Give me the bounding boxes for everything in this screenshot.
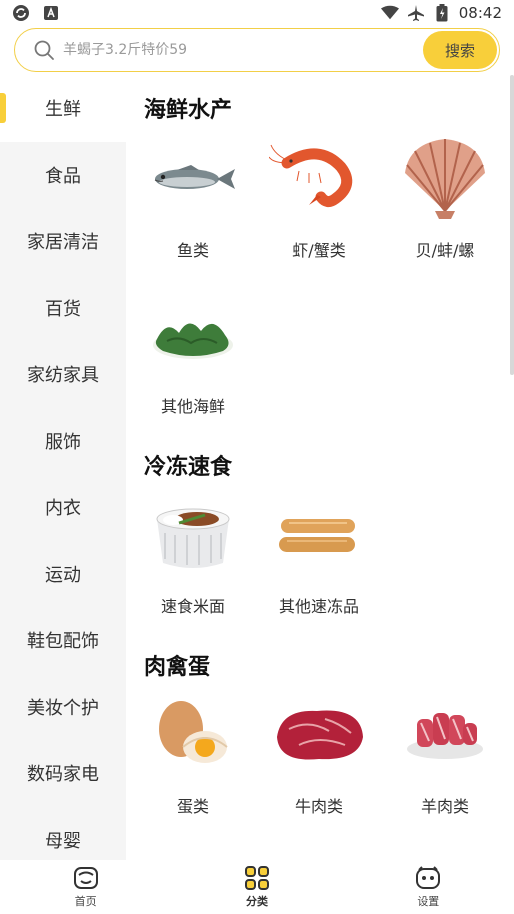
category-content[interactable]: 海鲜水产 鱼类 虾/蟹类 贝/蚌/螺 其他海鲜 冷冻速食 速食米面 其他速冻品 …	[126, 75, 514, 860]
sidebar-item-label: 生鲜	[45, 99, 81, 121]
sidebar-item-clothing[interactable]: 服饰	[0, 407, 126, 474]
product-label: 蛋类	[176, 797, 209, 816]
section-title: 肉禽蛋	[144, 655, 211, 680]
product-label: 羊肉类	[420, 797, 469, 816]
product-other-frozen[interactable]: 其他速冻品	[256, 489, 382, 617]
search-input[interactable]	[63, 42, 423, 58]
nav-settings[interactable]: 设置	[368, 865, 488, 909]
settings-icon	[416, 866, 441, 889]
sidebar-item-label: 母婴	[45, 830, 81, 852]
sidebar-item-label: 家纺家具	[27, 365, 99, 387]
content-scrollbar[interactable]	[510, 75, 514, 375]
sidebar-item-label: 家居清洁	[27, 232, 99, 254]
sidebar-item-label: 数码家电	[27, 764, 99, 786]
product-label: 贝/蚌/螺	[415, 241, 475, 260]
scallop-icon	[405, 139, 485, 219]
nav-label: 首页	[74, 895, 97, 908]
battery-icon	[433, 4, 451, 22]
sidebar-item-sports[interactable]: 运动	[0, 540, 126, 607]
sausage-icon	[279, 519, 355, 552]
sidebar-item-fresh[interactable]: 生鲜	[0, 75, 126, 142]
search-button[interactable]: 搜索	[423, 31, 497, 69]
section-title: 海鲜水产	[144, 98, 233, 123]
status-right: 08:42	[380, 4, 502, 22]
category-sidebar: 生鲜 食品 家居清洁 百货 家纺家具 服饰 内衣 运动 鞋包配饰 美妆个护 数码…	[0, 75, 126, 860]
sidebar-item-food[interactable]: 食品	[0, 141, 126, 208]
sidebar-item-label: 百货	[45, 298, 81, 320]
wifi-icon	[380, 4, 399, 22]
sidebar-item-label: 食品	[45, 165, 81, 187]
sidebar-item-label: 服饰	[45, 431, 81, 453]
product-label: 鱼类	[176, 241, 209, 260]
sidebar-item-textiles-furniture[interactable]: 家纺家具	[0, 341, 126, 408]
nav-category[interactable]: 分类	[197, 865, 317, 909]
product-label: 牛肉类	[294, 797, 343, 816]
product-label: 其他海鲜	[160, 397, 225, 416]
nav-label: 设置	[417, 895, 440, 908]
sync-icon	[12, 4, 30, 22]
sidebar-item-label: 内衣	[45, 498, 81, 520]
nav-home[interactable]: 首页	[26, 865, 146, 909]
product-beef[interactable]: 牛肉类	[256, 689, 382, 817]
shrimp-icon	[269, 144, 353, 208]
lamb-roll-icon	[407, 713, 483, 759]
product-label: 虾/蟹类	[292, 241, 346, 260]
product-other-seafood[interactable]: 其他海鲜	[130, 289, 256, 417]
sidebar-item-general-goods[interactable]: 百货	[0, 274, 126, 341]
sidebar-item-label: 鞋包配饰	[27, 631, 99, 653]
text-icon	[42, 4, 60, 22]
rice-bowl-icon	[156, 508, 230, 568]
bottom-nav: 首页 分类 设置	[0, 860, 514, 914]
sidebar-item-label: 运动	[45, 564, 81, 586]
product-label: 速食米面	[160, 597, 225, 616]
sidebar-item-beauty[interactable]: 美妆个护	[0, 673, 126, 740]
seaweed-icon	[153, 323, 233, 359]
product-label: 其他速冻品	[278, 597, 359, 616]
sidebar-item-baby[interactable]: 母婴	[0, 806, 126, 860]
category-icon	[244, 866, 269, 890]
sidebar-item-home-cleaning[interactable]: 家居清洁	[0, 208, 126, 275]
sidebar-item-electronics[interactable]: 数码家电	[0, 740, 126, 807]
product-shrimp-crab[interactable]: 虾/蟹类	[256, 133, 382, 261]
status-left	[12, 4, 60, 22]
product-fish[interactable]: 鱼类	[130, 133, 256, 261]
fish-icon	[154, 165, 235, 189]
nav-label: 分类	[245, 895, 268, 908]
sidebar-item-shoes-bags[interactable]: 鞋包配饰	[0, 607, 126, 674]
status-time: 08:42	[458, 4, 502, 22]
product-eggs[interactable]: 蛋类	[130, 689, 256, 817]
search-icon	[33, 39, 55, 61]
egg-icon	[159, 701, 228, 763]
beef-icon	[277, 710, 363, 760]
product-shellfish[interactable]: 贝/蚌/螺	[382, 133, 508, 261]
status-bar: 08:42	[0, 0, 514, 26]
product-lamb[interactable]: 羊肉类	[382, 689, 508, 817]
airplane-icon	[407, 4, 425, 22]
section-title: 冷冻速食	[144, 455, 233, 480]
home-icon	[73, 867, 98, 889]
sidebar-item-underwear[interactable]: 内衣	[0, 474, 126, 541]
sidebar-item-label: 美妆个护	[27, 697, 99, 719]
product-instant-noodles[interactable]: 速食米面	[130, 489, 256, 617]
search-bar: 搜索	[14, 28, 500, 72]
